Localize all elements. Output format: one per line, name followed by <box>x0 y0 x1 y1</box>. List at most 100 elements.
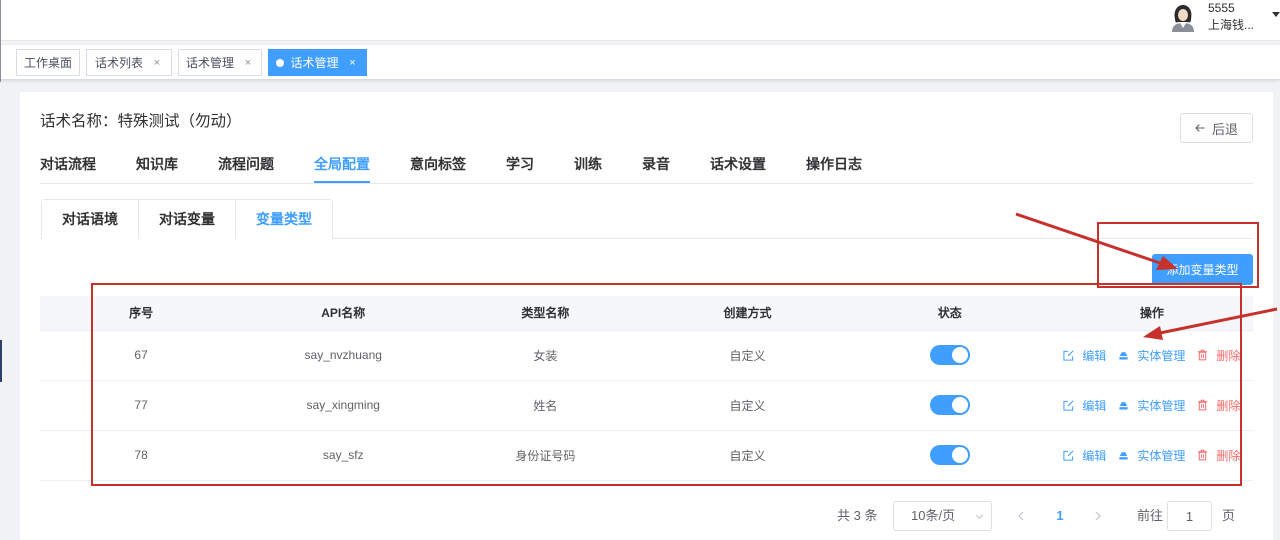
row-actions: 编辑 实体管理 删除 <box>1051 347 1253 364</box>
subtab-dialog-context[interactable]: 对话语境 <box>42 200 138 239</box>
edit-label: 编辑 <box>1082 448 1107 463</box>
entity-manage-label: 实体管理 <box>1137 348 1186 363</box>
cell-api-name: say_xingming <box>242 380 445 431</box>
tab-flow-questions[interactable]: 流程问题 <box>218 155 274 183</box>
tab-intent-tags[interactable]: 意向标签 <box>410 155 466 183</box>
column-header-status: 状态 <box>848 296 1051 331</box>
table-header-row: 序号 API名称 类型名称 创建方式 状态 操作 <box>40 296 1253 331</box>
delete-button[interactable]: 删除 <box>1197 347 1240 364</box>
edit-label: 编辑 <box>1082 398 1107 413</box>
cell-actions: 编辑 实体管理 删除 <box>1050 380 1253 431</box>
entity-manage-icon <box>1119 451 1128 460</box>
tag-workbench[interactable]: 工作桌面 <box>16 49 80 76</box>
add-variable-type-button[interactable]: 添加变量类型 <box>1152 254 1253 285</box>
close-icon[interactable]: × <box>151 57 163 69</box>
tab-script-settings[interactable]: 话术设置 <box>710 155 766 183</box>
table-row: 77 say_xingming 姓名 自定义 编辑 实体管理 删除 <box>40 380 1253 431</box>
active-dot-icon <box>276 58 285 67</box>
page-size-value: 10条/页 <box>911 508 956 523</box>
tab-learning[interactable]: 学习 <box>506 155 534 183</box>
goto-suffix: 页 <box>1222 508 1236 523</box>
cell-id: 77 <box>40 380 243 431</box>
window-edge-marker <box>0 340 2 382</box>
edit-button[interactable]: 编辑 <box>1063 397 1106 414</box>
column-header-create-method: 创建方式 <box>646 296 849 331</box>
cell-type-name: 身份证号码 <box>444 430 647 481</box>
entity-manage-button[interactable]: 实体管理 <box>1118 447 1185 464</box>
tab-recording[interactable]: 录音 <box>642 155 670 183</box>
cell-status <box>848 380 1051 431</box>
edit-icon <box>1063 350 1074 361</box>
next-page-button[interactable] <box>1083 501 1113 531</box>
edit-icon <box>1063 450 1074 461</box>
trash-icon <box>1198 449 1208 461</box>
chevron-left-icon <box>1018 511 1024 521</box>
status-switch[interactable] <box>929 395 970 415</box>
tab-global-config[interactable]: 全局配置 <box>314 155 370 183</box>
row-actions: 编辑 实体管理 删除 <box>1051 397 1253 414</box>
subtab-variable-types[interactable]: 变量类型 <box>235 200 332 239</box>
top-header: 5555 上海钱... <box>0 0 1280 41</box>
variable-type-table: 序号 API名称 类型名称 创建方式 状态 操作 67 say_nvzhuang… <box>40 296 1253 481</box>
back-button[interactable]: 后退 <box>1180 113 1253 143</box>
prev-page-button[interactable] <box>1006 501 1036 531</box>
edit-icon <box>1063 400 1074 411</box>
cell-status <box>848 430 1051 481</box>
column-header-actions: 操作 <box>1050 296 1253 331</box>
tab-operation-log[interactable]: 操作日志 <box>806 155 862 183</box>
cell-id: 78 <box>40 430 243 481</box>
page-size-select[interactable]: 10条/页 <box>893 501 992 531</box>
tab-dialog-flow[interactable]: 对话流程 <box>40 155 96 183</box>
trash-icon <box>1198 349 1208 361</box>
page-title: 话术名称：特殊测试（勿动） <box>40 113 242 130</box>
goto-page-input[interactable] <box>1167 501 1212 531</box>
cell-api-name: say_nvzhuang <box>242 330 445 381</box>
status-switch[interactable] <box>929 345 970 365</box>
tab-knowledge-base[interactable]: 知识库 <box>136 155 178 183</box>
user-info: 5555 上海钱... <box>1208 0 1254 34</box>
tag-script-manage[interactable]: 话术管理 × <box>178 49 262 76</box>
table-row: 67 say_nvzhuang 女装 自定义 编辑 实体管理 删除 <box>40 330 1253 381</box>
entity-manage-icon <box>1119 351 1128 360</box>
edit-label: 编辑 <box>1082 348 1107 363</box>
delete-label: 删除 <box>1216 448 1241 463</box>
switch-knob <box>951 397 968 413</box>
trash-icon <box>1198 399 1208 411</box>
tag-script-list[interactable]: 话术列表 × <box>86 49 172 76</box>
cell-create-method: 自定义 <box>646 380 849 431</box>
column-header-api-name: API名称 <box>242 296 445 331</box>
caret-down-icon[interactable] <box>1272 12 1280 17</box>
chevron-right-icon <box>1095 511 1101 521</box>
close-icon[interactable]: × <box>347 57 359 69</box>
user-menu[interactable]: 5555 上海钱... <box>1170 0 1280 36</box>
entity-manage-button[interactable]: 实体管理 <box>1118 347 1185 364</box>
cell-status <box>848 330 1051 381</box>
edit-button[interactable]: 编辑 <box>1063 347 1106 364</box>
entity-manage-label: 实体管理 <box>1137 448 1186 463</box>
back-button-label: 后退 <box>1211 121 1238 137</box>
page-number-current[interactable]: 1 <box>1045 501 1075 531</box>
cell-actions: 编辑 实体管理 删除 <box>1050 430 1253 481</box>
user-avatar-icon <box>1170 4 1196 32</box>
switch-knob <box>951 347 968 363</box>
main-card: 话术名称：特殊测试（勿动） 后退 对话流程 知识库 流程问题 全局配置 意向标签… <box>20 92 1273 540</box>
edit-button[interactable]: 编辑 <box>1063 447 1106 464</box>
cell-type-name: 女装 <box>444 330 647 381</box>
tab-training[interactable]: 训练 <box>574 155 602 183</box>
chevron-down-icon <box>975 514 984 520</box>
tag-label: 工作桌面 <box>23 56 72 70</box>
cell-api-name: say_sfz <box>242 430 445 481</box>
delete-button[interactable]: 删除 <box>1197 447 1240 464</box>
column-header-type-name: 类型名称 <box>444 296 647 331</box>
entity-manage-label: 实体管理 <box>1137 398 1186 413</box>
tag-script-manage-active[interactable]: 话术管理 × <box>268 49 367 76</box>
tags-view: 工作桌面 话术列表 × 话术管理 × 话术管理 × <box>0 45 1280 80</box>
delete-button[interactable]: 删除 <box>1197 397 1240 414</box>
close-icon[interactable]: × <box>242 57 254 69</box>
entity-manage-button[interactable]: 实体管理 <box>1118 397 1185 414</box>
column-header-id: 序号 <box>40 296 243 331</box>
subtab-dialog-variables[interactable]: 对话变量 <box>138 200 235 239</box>
status-switch[interactable] <box>929 445 970 465</box>
cell-create-method: 自定义 <box>646 430 849 481</box>
tag-label: 话术列表 <box>94 56 143 70</box>
